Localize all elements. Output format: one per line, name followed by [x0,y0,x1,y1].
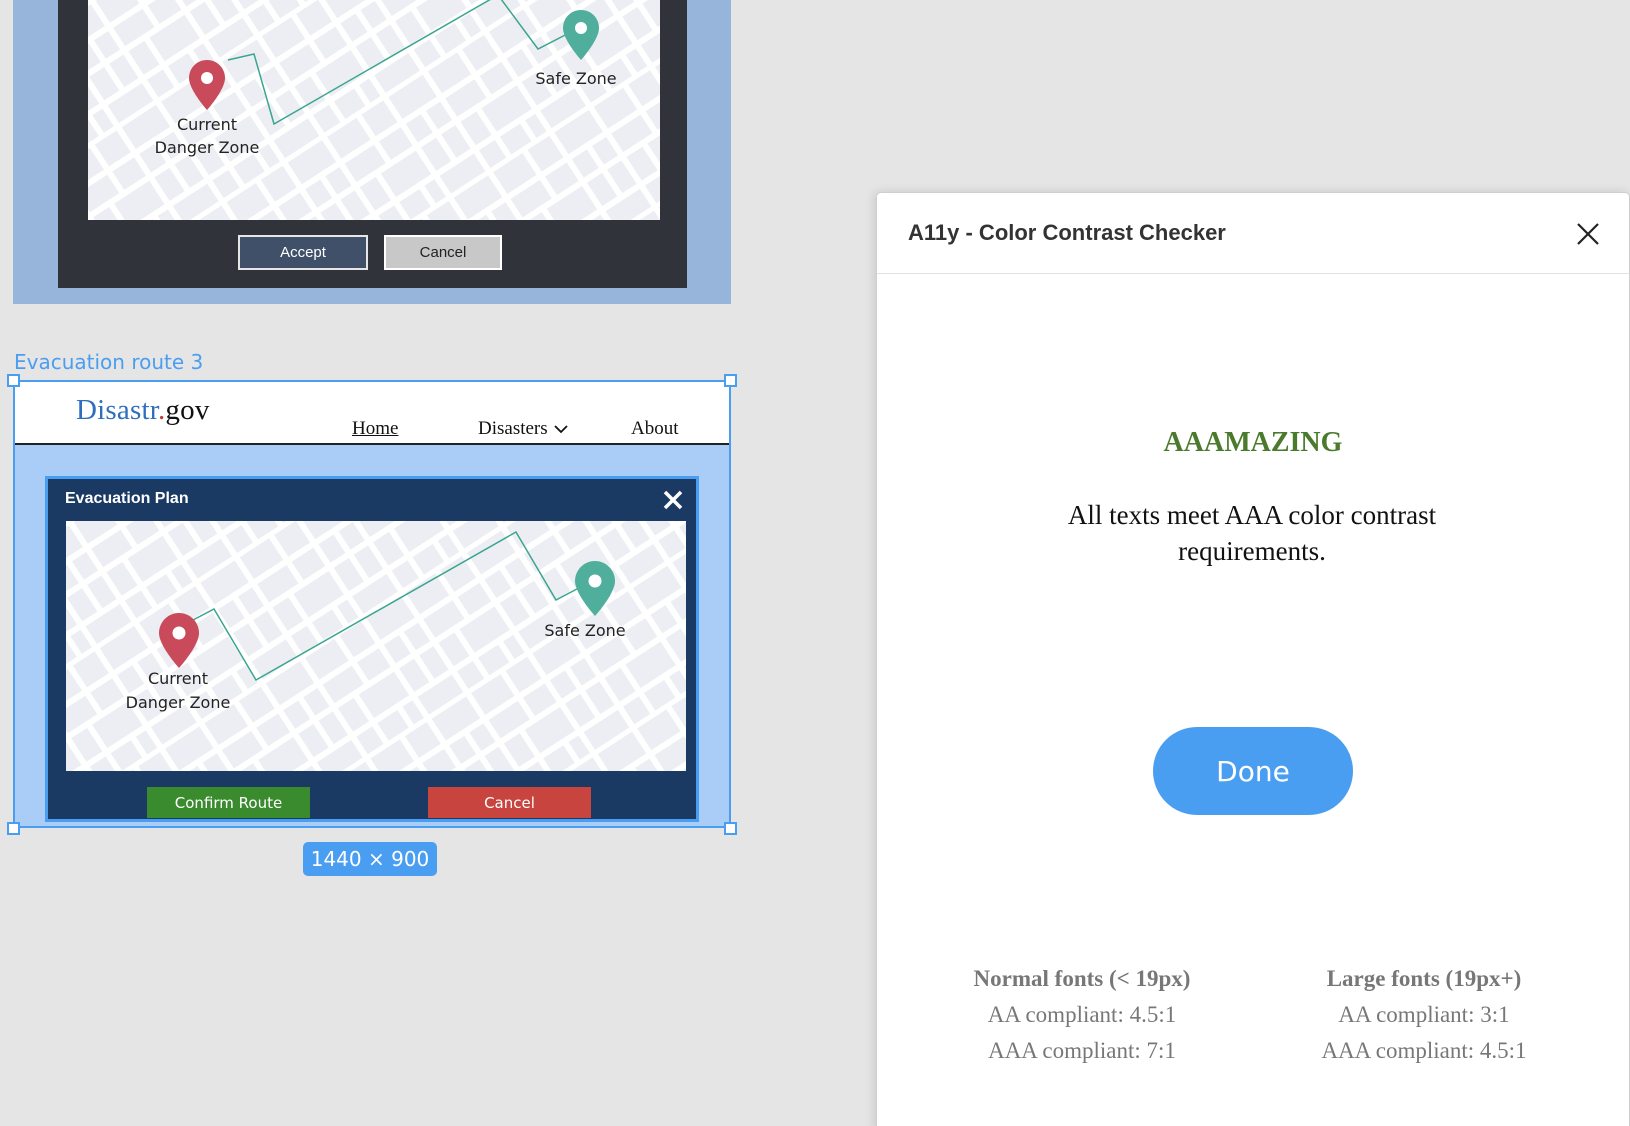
cancel-button[interactable]: Cancel [428,787,591,818]
normal-fonts-aaa: AAA compliant: 7:1 [988,1038,1176,1063]
logo-part-disastr: Disastr [76,394,158,426]
normal-fonts-legend: Normal fonts (< 19px) AA compliant: 4.5:… [952,961,1212,1069]
evacuation-plan-dialog: Evacuation Plan Current Danger Zone Safe… [45,476,699,822]
confirm-route-button[interactable]: Confirm Route [147,787,310,818]
nav-disasters-label: Disasters [478,418,548,439]
large-fonts-legend: Large fonts (19px+) AA compliant: 3:1 AA… [1294,961,1554,1069]
cancel-button[interactable]: Cancel [384,235,502,270]
nav-about-link[interactable]: About [631,418,679,440]
frame-size-badge: 1440 × 900 [303,842,437,876]
accept-button[interactable]: Accept [238,235,368,270]
safe-zone-label: Safe Zone [544,621,625,640]
evacuation-dialog: Current Danger Zone Safe Zone Accept Can… [58,0,687,288]
evacuation-route-frame-3[interactable]: Disastr.gov Home Disasters About Evacuat… [13,380,731,828]
close-icon[interactable] [660,487,686,513]
dialog-title: Evacuation Plan [65,490,189,507]
resize-handle-bottom-left[interactable] [7,822,20,835]
color-contrast-checker-panel: A11y - Color Contrast Checker AAAMAZING … [876,192,1630,1126]
resize-handle-bottom-right[interactable] [724,822,737,835]
nav-home-link[interactable]: Home [352,418,398,440]
danger-zone-label: Danger Zone [155,138,260,157]
done-button[interactable]: Done [1153,727,1353,815]
result-title: AAAMAZING [1163,427,1343,458]
chevron-down-icon [554,425,568,434]
large-fonts-aaa: AAA compliant: 4.5:1 [1321,1038,1527,1063]
danger-zone-label: Danger Zone [126,693,231,712]
nav-disasters-dropdown[interactable]: Disasters [478,418,568,440]
site-header: Disastr.gov Home Disasters About [13,380,731,445]
evacuation-map: Current Danger Zone Safe Zone [88,0,660,220]
large-fonts-aa: AA compliant: 3:1 [1338,1002,1510,1027]
resize-handle-top-right[interactable] [724,374,737,387]
safe-zone-label: Safe Zone [535,69,616,88]
close-icon[interactable] [1573,219,1603,249]
result-message: All texts meet AAA color contrast requir… [1067,500,1437,566]
evacuation-route-frame-2[interactable]: Current Danger Zone Safe Zone Accept Can… [13,0,731,304]
panel-title: A11y - Color Contrast Checker [908,220,1226,245]
large-fonts-heading: Large fonts (19px+) [1326,966,1522,991]
panel-header: A11y - Color Contrast Checker [877,193,1629,274]
frame-name-label[interactable]: Evacuation route 3 [14,350,203,374]
resize-handle-top-left[interactable] [7,374,20,387]
current-zone-label: Current [148,669,208,688]
evacuation-map: Current Danger Zone Safe Zone [66,521,686,771]
site-logo[interactable]: Disastr.gov [76,394,210,427]
current-zone-label: Current [177,115,237,134]
logo-part-gov: gov [165,394,210,426]
normal-fonts-heading: Normal fonts (< 19px) [973,966,1191,991]
normal-fonts-aa: AA compliant: 4.5:1 [987,1002,1177,1027]
